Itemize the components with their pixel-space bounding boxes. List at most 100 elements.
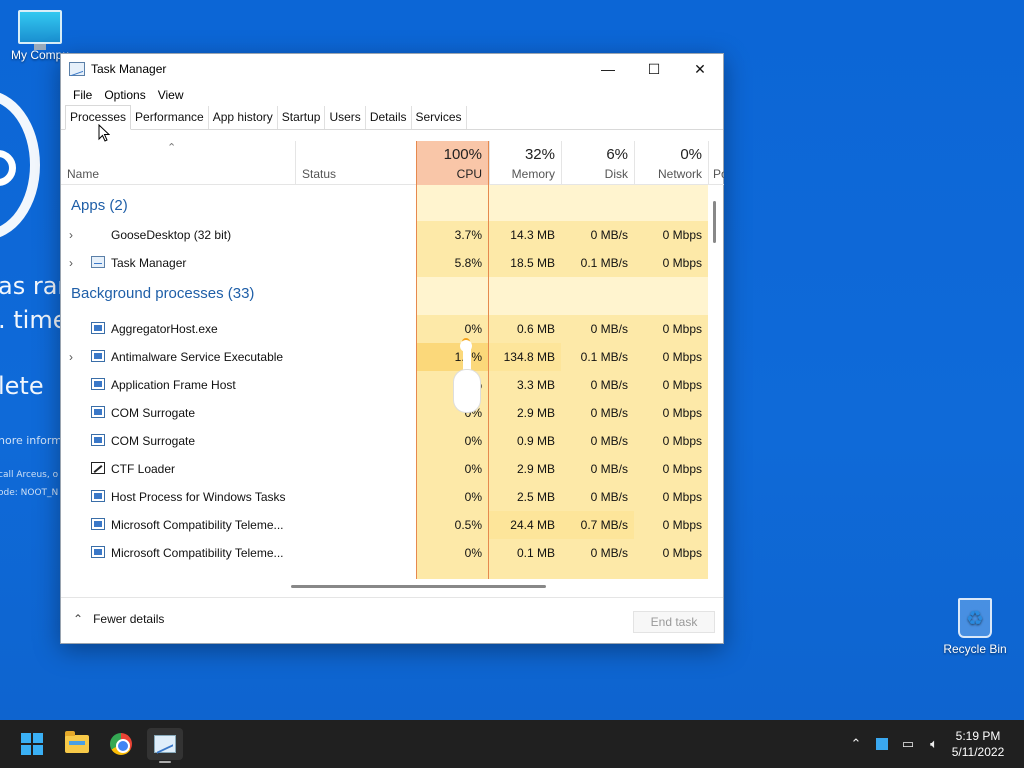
cpu-value: 0% xyxy=(416,427,488,455)
process-name: Microsoft Compatibility Teleme... xyxy=(111,518,284,532)
clock-time: 5:19 PM xyxy=(955,729,1001,743)
column-name[interactable]: Name xyxy=(61,141,295,185)
column-disk[interactable]: 6% Disk xyxy=(561,141,634,185)
memory-value: 2.9 MB xyxy=(488,455,561,483)
cpu-total: 100% xyxy=(443,146,482,163)
taskbar-clock[interactable]: 5:19 PM 5/11/2022 xyxy=(938,728,1018,760)
vertical-scrollbar[interactable] xyxy=(713,201,716,243)
end-task-button[interactable]: End task xyxy=(633,611,715,633)
process-icon xyxy=(91,434,105,446)
cpu-value: 0.5% xyxy=(416,511,488,539)
memory-value: 0.1 MB xyxy=(488,539,561,567)
network-value: 0 Mbps xyxy=(634,221,708,249)
table-row[interactable]: Microsoft Compatibility Teleme... 0.5% 2… xyxy=(61,511,724,539)
column-network-label: Network xyxy=(657,167,702,181)
table-row[interactable]: Microsoft Compatibility Teleme... 0% 0.1… xyxy=(61,539,724,567)
column-network[interactable]: 0% Network xyxy=(634,141,708,185)
tab-app-history[interactable]: App history xyxy=(209,106,278,129)
column-disk-label: Disk xyxy=(604,167,628,181)
fewer-details-button[interactable]: ⌃ Fewer details xyxy=(73,612,164,626)
goose-body xyxy=(454,370,480,412)
column-status[interactable]: Status xyxy=(295,141,416,185)
memory-value: 134.8 MB xyxy=(488,343,561,371)
close-button[interactable]: ✕ xyxy=(677,54,723,84)
process-icon xyxy=(91,490,105,502)
network-value: 0 Mbps xyxy=(634,315,708,343)
memory-value: 14.3 MB xyxy=(488,221,561,249)
chevron-up-icon[interactable]: ⌃ xyxy=(847,735,865,753)
app-tray-icon[interactable] xyxy=(873,735,891,753)
disk-value: 0.7 MB/s xyxy=(561,511,634,539)
tab-services[interactable]: Services xyxy=(412,106,467,129)
cpu-value: 0% xyxy=(416,455,488,483)
memory-value: 3.3 MB xyxy=(488,371,561,399)
table-row[interactable]: › GooseDesktop (32 bit) 3.7% 14.3 MB 0 M… xyxy=(61,221,724,249)
maximize-button[interactable]: ☐ xyxy=(631,54,677,84)
table-row[interactable]: COM Surrogate 0% 0.9 MB 0 MB/s 0 Mbps xyxy=(61,427,724,455)
table-row-partial[interactable] xyxy=(61,567,724,579)
tab-startup[interactable]: Startup xyxy=(278,106,326,129)
taskbar-file-explorer[interactable] xyxy=(59,728,95,760)
process-name: Microsoft Compatibility Teleme... xyxy=(111,546,284,560)
task-manager-icon xyxy=(154,735,176,753)
column-cpu[interactable]: 100% CPU xyxy=(416,141,489,185)
process-name: AggregatorHost.exe xyxy=(111,322,218,336)
menu-file[interactable]: File xyxy=(67,88,98,102)
group-title: Background processes (33) xyxy=(71,285,255,302)
disk-value: 0 MB/s xyxy=(561,399,634,427)
taskbar-chrome[interactable] xyxy=(103,728,139,760)
cpu-value: 0% xyxy=(416,539,488,567)
column-power[interactable]: Po xyxy=(708,141,724,185)
expand-chevron-icon[interactable]: › xyxy=(69,221,73,249)
table-row[interactable]: AggregatorHost.exe 0% 0.6 MB 0 MB/s 0 Mb… xyxy=(61,315,724,343)
group-header-background: Background processes (33) xyxy=(61,277,724,315)
process-icon xyxy=(91,546,105,558)
bsod-text-line: call Arceus, o xyxy=(0,470,59,480)
folder-icon xyxy=(65,731,89,753)
disk-value: 0.1 MB/s xyxy=(561,249,634,277)
network-icon[interactable]: ▭ xyxy=(899,735,917,753)
menu-options[interactable]: Options xyxy=(98,88,151,102)
table-row[interactable]: › Antimalware Service Executable 1.3% 13… xyxy=(61,343,724,371)
horizontal-scrollbar[interactable] xyxy=(291,585,546,588)
title-bar[interactable]: Task Manager — ☐ ✕ xyxy=(61,54,723,84)
network-total: 0% xyxy=(680,146,702,163)
table-row[interactable]: › Task Manager 5.8% 18.5 MB 0.1 MB/s 0 M… xyxy=(61,249,724,277)
tab-performance[interactable]: Performance xyxy=(131,106,209,129)
expand-chevron-icon[interactable]: › xyxy=(69,343,73,371)
expand-chevron-icon[interactable]: › xyxy=(69,249,73,277)
column-memory-label: Memory xyxy=(511,167,555,181)
process-table: ⌃ Name Status 100% CPU 32% Memory 6% Dis… xyxy=(61,141,724,579)
cpu-value: 0% xyxy=(416,483,488,511)
column-power-label: Po xyxy=(713,167,724,181)
taskbar-task-manager[interactable] xyxy=(147,728,183,763)
process-icon xyxy=(91,518,105,530)
tab-users[interactable]: Users xyxy=(325,106,366,129)
table-row[interactable]: COM Surrogate 0% 2.9 MB 0 MB/s 0 Mbps xyxy=(61,399,724,427)
memory-value: 2.5 MB xyxy=(488,483,561,511)
mouse-cursor-icon xyxy=(98,124,110,142)
disk-value: 0 MB/s xyxy=(561,483,634,511)
table-row[interactable]: Host Process for Windows Tasks 0% 2.5 MB… xyxy=(61,483,724,511)
column-status-label: Status xyxy=(302,167,337,181)
clock-date: 5/11/2022 xyxy=(951,745,1005,759)
ctf-loader-icon xyxy=(91,462,105,474)
desktop-icon-recycle-bin[interactable]: ♻ Recycle Bin xyxy=(935,598,1015,656)
menu-view[interactable]: View xyxy=(152,88,190,102)
minimize-button[interactable]: — xyxy=(585,54,631,84)
process-name: GooseDesktop (32 bit) xyxy=(111,228,232,242)
group-title: Apps (2) xyxy=(71,197,128,214)
column-memory[interactable]: 32% Memory xyxy=(489,141,561,185)
bsod-text-line: . time xyxy=(0,306,68,334)
bsod-text-line: lete xyxy=(0,372,44,400)
network-value: 0 Mbps xyxy=(634,427,708,455)
network-value: 0 Mbps xyxy=(634,483,708,511)
table-row[interactable]: Application Frame Host 0% 3.3 MB 0 MB/s … xyxy=(61,371,724,399)
memory-value: 24.4 MB xyxy=(488,511,561,539)
start-button[interactable] xyxy=(14,728,50,760)
process-name: Application Frame Host xyxy=(111,378,236,392)
process-name: Host Process for Windows Tasks xyxy=(111,490,286,504)
tab-details[interactable]: Details xyxy=(366,106,412,129)
disk-value: 0 MB/s xyxy=(561,539,634,567)
table-row[interactable]: CTF Loader 0% 2.9 MB 0 MB/s 0 Mbps xyxy=(61,455,724,483)
